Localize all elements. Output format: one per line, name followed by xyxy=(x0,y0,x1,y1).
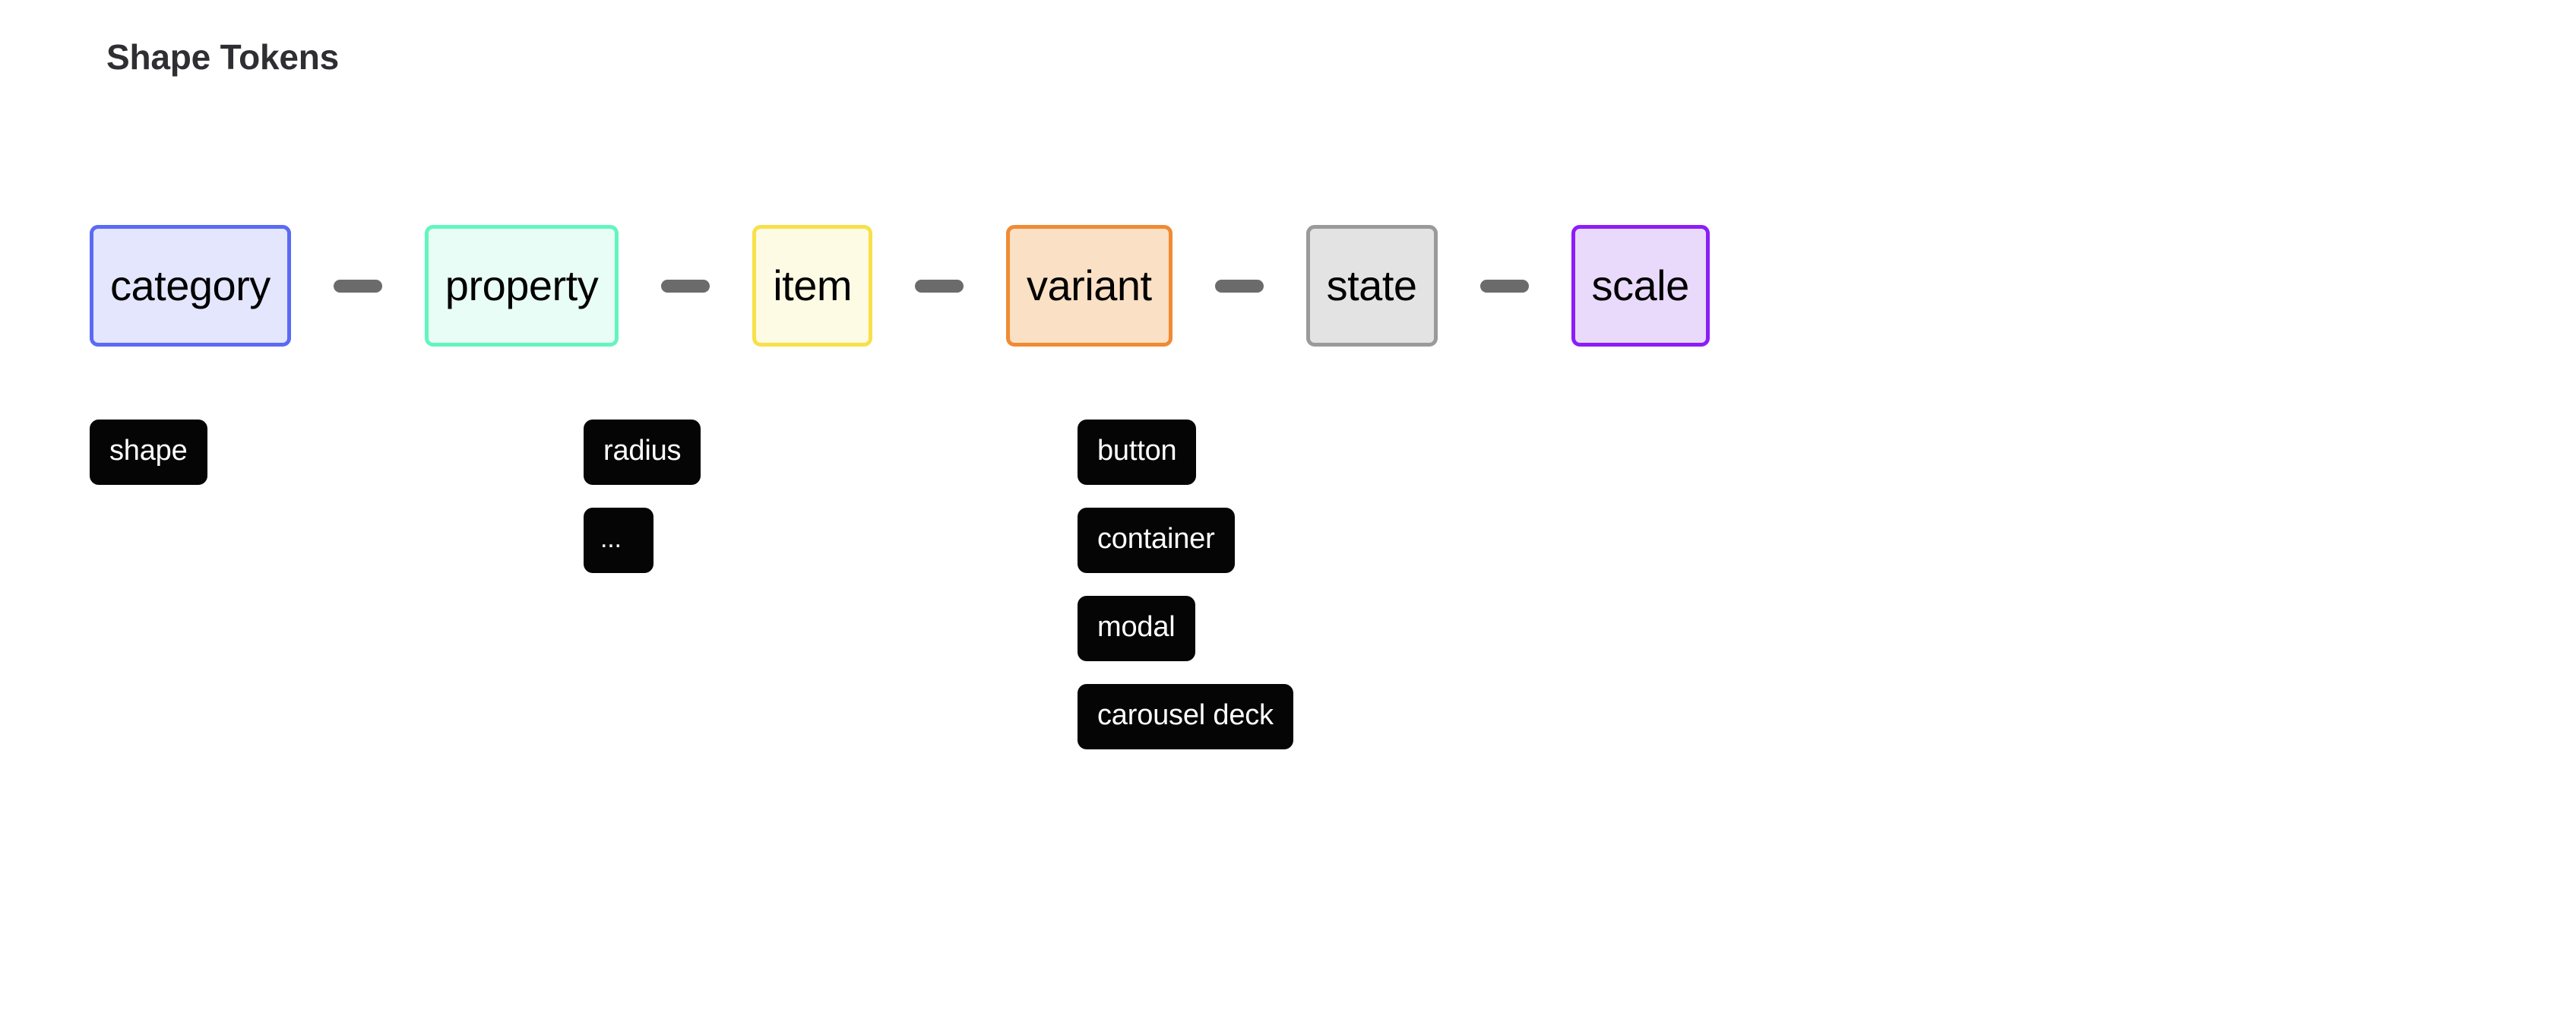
token-pill[interactable]: carousel deck xyxy=(1078,684,1293,749)
token-pill-label: radius xyxy=(603,435,682,467)
schema-chip-category-label: category xyxy=(110,261,271,309)
token-pill[interactable]: container xyxy=(1078,508,1235,573)
separator-dash-icon-4 xyxy=(1214,279,1264,293)
token-columns: shape radius ... button container modal … xyxy=(90,420,2483,845)
page-title: Shape Tokens xyxy=(106,37,340,77)
token-pill[interactable]: modal xyxy=(1078,596,1195,661)
separator-dash-icon-5 xyxy=(1479,279,1529,293)
token-column-category: shape xyxy=(90,420,207,485)
schema-chip-state[interactable]: state xyxy=(1305,225,1438,347)
token-pill-label: modal xyxy=(1097,611,1176,643)
schema-chip-variant[interactable]: variant xyxy=(1006,225,1172,347)
schema-chip-category[interactable]: category xyxy=(90,225,291,347)
schema-chip-state-label: state xyxy=(1326,261,1417,309)
schema-chip-item[interactable]: item xyxy=(752,225,873,347)
token-column-property: radius ... xyxy=(584,420,701,573)
separator-dash-icon-3 xyxy=(915,279,964,293)
shape-tokens-page: Shape Tokens category property item vari… xyxy=(0,0,2576,1026)
token-pill[interactable]: button xyxy=(1078,420,1197,485)
schema-chip-scale[interactable]: scale xyxy=(1571,225,1710,347)
token-pill-label: button xyxy=(1097,435,1177,467)
schema-chip-item-label: item xyxy=(773,261,853,309)
token-pill[interactable]: radius xyxy=(584,420,701,485)
token-column-item: button container modal carousel deck xyxy=(1078,420,1293,749)
schema-chip-variant-label: variant xyxy=(1027,261,1152,309)
schema-chip-property[interactable]: property xyxy=(424,225,619,347)
separator-dash-icon-2 xyxy=(661,279,710,293)
token-pill-label: container xyxy=(1097,523,1215,555)
token-pill-more[interactable]: ... xyxy=(584,508,653,573)
separator-dash-icon-1 xyxy=(333,279,382,293)
token-pill-label: ... xyxy=(600,524,622,553)
token-pill-label: shape xyxy=(109,435,188,467)
token-pill-label: carousel deck xyxy=(1097,699,1274,731)
schema-chip-property-label: property xyxy=(445,261,599,309)
token-schema-row: category property item variant state sca xyxy=(90,225,1710,347)
schema-chip-scale-label: scale xyxy=(1591,261,1690,309)
token-pill[interactable]: shape xyxy=(90,420,207,485)
